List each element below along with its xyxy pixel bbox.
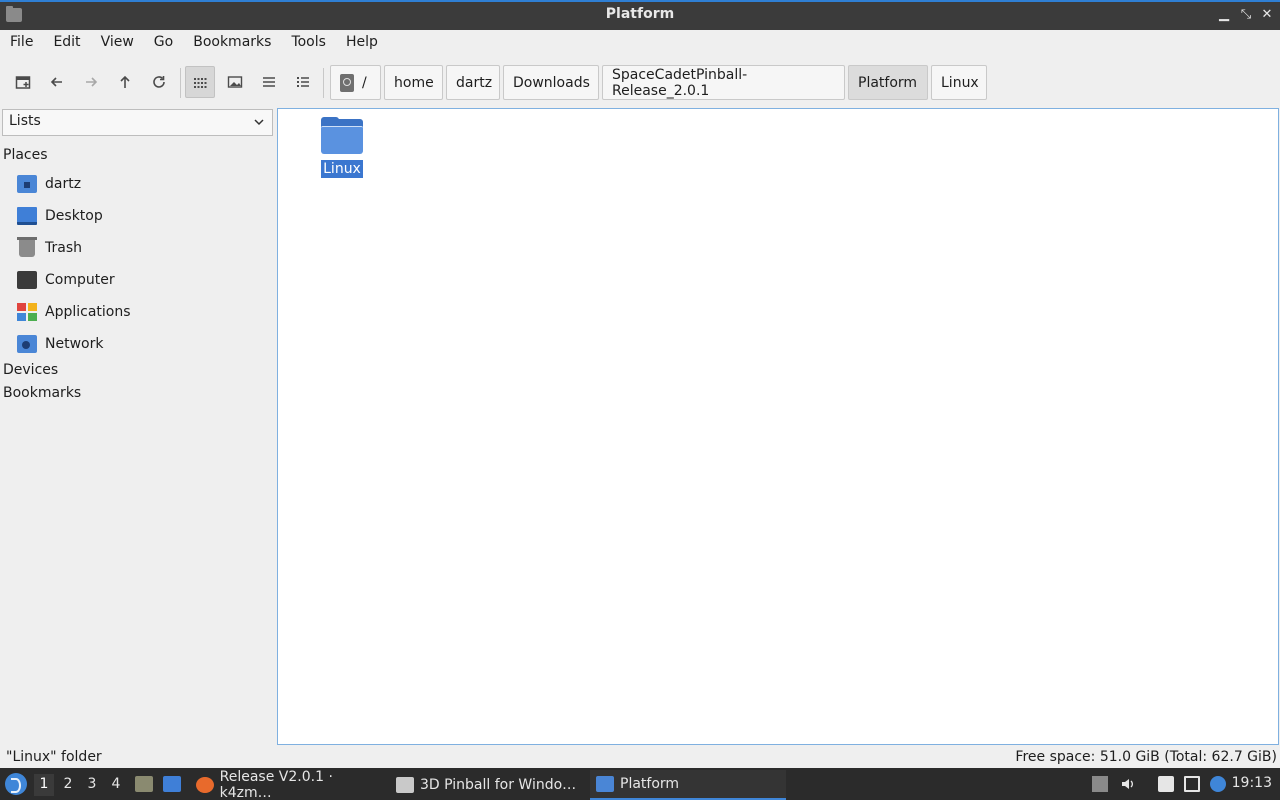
detailed-list-icon [297, 77, 309, 87]
drive-icon [340, 73, 354, 92]
show-desktop-icon[interactable] [163, 776, 181, 792]
workspace-3[interactable]: 3 [82, 774, 102, 796]
place-label: Desktop [45, 208, 103, 224]
clipboard-icon[interactable] [1158, 776, 1174, 792]
task-label: 3D Pinball for Windo… [420, 777, 577, 793]
folder-icon [321, 117, 363, 155]
workspace-2[interactable]: 2 [58, 774, 78, 796]
network-icon[interactable] [1184, 776, 1200, 792]
icon-view-button[interactable] [185, 66, 215, 98]
start-menu-icon[interactable] [5, 773, 27, 795]
breadcrumb-platform[interactable]: Platform [848, 65, 928, 100]
up-button[interactable] [110, 66, 140, 98]
menu-bookmarks[interactable]: Bookmarks [183, 30, 281, 56]
thumbnail-view-icon [227, 76, 243, 88]
toolbar: / home dartz Downloads SpaceCadetPinball… [0, 56, 1280, 108]
menu-go[interactable]: Go [144, 30, 183, 56]
window-icon [396, 777, 414, 793]
status-free-space: Free space: 51.0 GiB (Total: 62.7 GiB) [1015, 749, 1277, 765]
chevron-down-icon [254, 119, 264, 126]
back-button[interactable] [42, 66, 72, 98]
window-titlebar[interactable]: Platform ▁ ⤡ ✕ [0, 0, 1280, 30]
detailed-list-button[interactable] [288, 66, 318, 98]
breadcrumb-root[interactable]: / [330, 65, 381, 100]
breadcrumb-downloads[interactable]: Downloads [503, 65, 599, 100]
trash-icon [17, 237, 37, 257]
file-manager-launcher-icon[interactable] [135, 776, 153, 792]
taskbar: 1 2 3 4 Release V2.0.1 · k4zm… 3D Pinbal… [0, 768, 1280, 800]
menu-bar: File Edit View Go Bookmarks Tools Help [0, 30, 1280, 56]
side-pane-mode-select[interactable]: Lists [2, 109, 273, 136]
breadcrumb-label: / [362, 74, 367, 91]
forward-button[interactable] [76, 66, 106, 98]
place-computer[interactable]: Computer [17, 268, 115, 292]
place-label: Applications [45, 304, 131, 320]
clock[interactable]: 19:13 [1232, 775, 1272, 791]
bookmarks-heading[interactable]: Bookmarks [3, 385, 81, 401]
status-bar: "Linux" folder Free space: 51.0 GiB (Tot… [0, 745, 1280, 768]
place-desktop[interactable]: Desktop [17, 204, 103, 228]
thumbnail-view-button[interactable] [220, 66, 250, 98]
breadcrumb-spacecadet[interactable]: SpaceCadetPinball-Release_2.0.1 [602, 65, 845, 100]
computer-icon [17, 271, 37, 289]
close-button[interactable]: ✕ [1258, 6, 1276, 24]
menu-view[interactable]: View [91, 30, 144, 56]
side-pane: Lists Places dartz Desktop Trash Compute… [0, 108, 275, 744]
task-firefox[interactable]: Release V2.0.1 · k4zm… [190, 769, 386, 800]
place-label: dartz [45, 176, 82, 192]
status-selection: "Linux" folder [6, 749, 102, 765]
window-title: Platform [605, 6, 675, 22]
toolbar-separator [323, 68, 324, 98]
desktop-icon [17, 207, 37, 225]
devices-heading[interactable]: Devices [3, 362, 58, 378]
back-icon [50, 77, 62, 87]
icon-view-icon [194, 78, 207, 88]
place-applications[interactable]: Applications [17, 300, 131, 324]
compact-view-button[interactable] [254, 66, 284, 98]
firefox-icon [196, 777, 214, 793]
menu-edit[interactable]: Edit [43, 30, 90, 56]
toolbar-separator [180, 68, 181, 98]
menu-tools[interactable]: Tools [281, 30, 336, 56]
tray-menu-icon[interactable] [1092, 776, 1108, 792]
notification-icon[interactable] [1210, 776, 1226, 792]
breadcrumb-home[interactable]: home [384, 65, 443, 100]
speaker-icon [1122, 779, 1133, 789]
breadcrumb-linux[interactable]: Linux [931, 65, 987, 100]
reload-icon [153, 76, 165, 88]
task-pinball[interactable]: 3D Pinball for Windo… [390, 770, 586, 800]
applications-icon [17, 303, 37, 321]
network-folder-icon [17, 335, 37, 353]
menu-file[interactable]: File [0, 30, 43, 56]
menu-help[interactable]: Help [336, 30, 388, 56]
volume-icon[interactable] [1120, 776, 1136, 792]
workspace-1[interactable]: 1 [34, 774, 54, 796]
file-view[interactable]: Linux [277, 108, 1279, 745]
compact-view-icon [263, 77, 275, 87]
task-label: Platform [620, 776, 680, 792]
file-item-linux[interactable]: Linux [320, 117, 364, 178]
home-folder-icon [17, 175, 37, 193]
forward-icon [86, 77, 98, 87]
task-label: Release V2.0.1 · k4zm… [219, 769, 333, 800]
reload-button[interactable] [144, 66, 174, 98]
file-item-label: Linux [321, 160, 363, 178]
up-icon [120, 75, 130, 88]
place-trash[interactable]: Trash [17, 236, 82, 260]
place-label: Trash [45, 240, 82, 256]
breadcrumb-dartz[interactable]: dartz [446, 65, 500, 100]
minimize-button[interactable]: ▁ [1215, 6, 1233, 24]
workspace-4[interactable]: 4 [106, 774, 126, 796]
places-heading[interactable]: Places [3, 147, 48, 163]
side-pane-mode-value: Lists [9, 113, 41, 129]
new-tab-icon [15, 76, 31, 89]
place-label: Computer [45, 272, 115, 288]
folder-icon [596, 776, 614, 792]
place-home[interactable]: dartz [17, 172, 81, 196]
task-platform[interactable]: Platform [590, 770, 786, 800]
new-tab-button[interactable] [8, 66, 38, 98]
maximize-button[interactable]: ⤡ [1237, 6, 1255, 24]
place-label: Network [45, 336, 104, 352]
place-network[interactable]: Network [17, 332, 103, 356]
